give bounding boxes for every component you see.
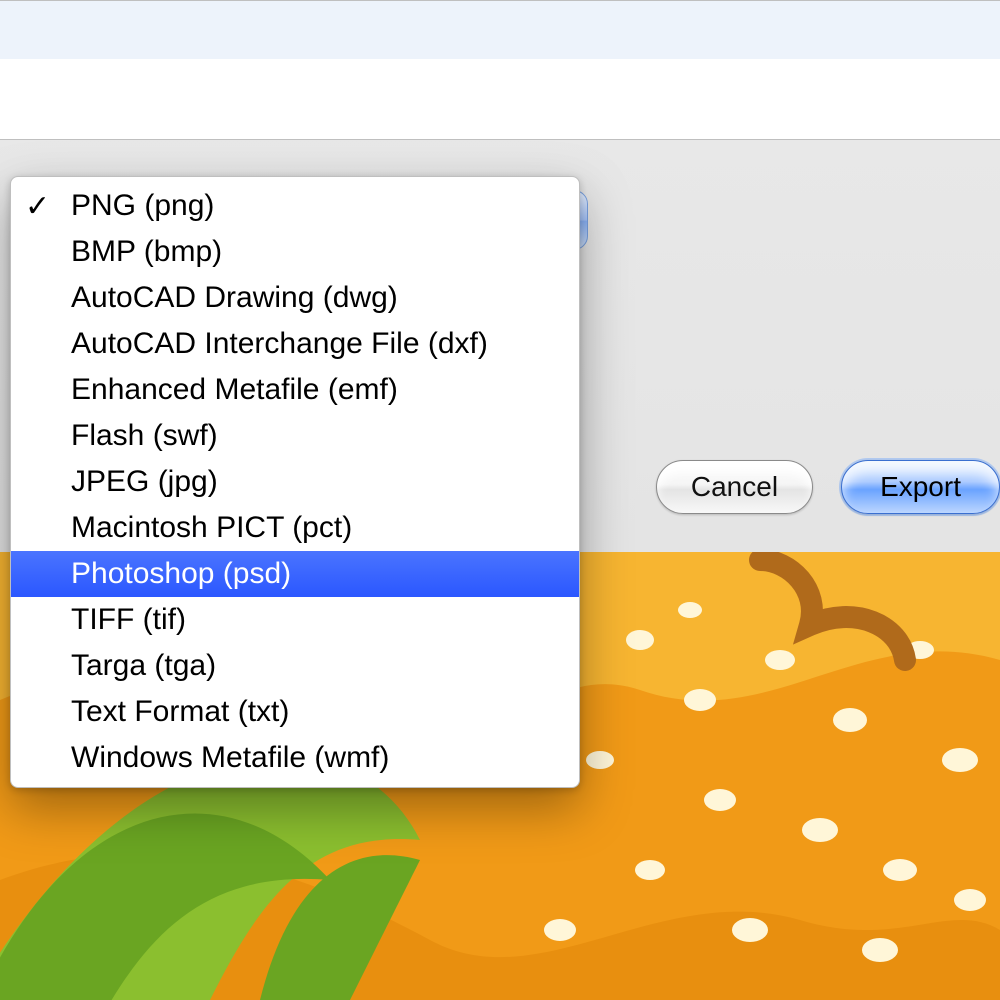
format-menu-item-label: JPEG (jpg) <box>71 465 218 499</box>
format-menu-item-label: Flash (swf) <box>71 419 218 453</box>
file-list-row <box>0 1 1000 59</box>
format-menu-item[interactable]: Windows Metafile (wmf) <box>11 735 579 781</box>
format-menu-item-label: AutoCAD Drawing (dwg) <box>71 281 398 315</box>
export-button[interactable]: Export <box>841 460 1000 514</box>
format-dropdown-menu[interactable]: ✓PNG (png) BMP (bmp) AutoCAD Drawing (dwg)… <box>10 176 580 788</box>
format-menu-item-label: Targa (tga) <box>71 649 216 683</box>
file-list-area <box>0 0 1000 140</box>
format-menu-item-label: Text Format (txt) <box>71 695 289 729</box>
format-menu-item[interactable]: Enhanced Metafile (emf) <box>11 367 579 413</box>
format-menu-item[interactable]: Text Format (txt) <box>11 689 579 735</box>
file-list-row <box>0 59 1000 139</box>
format-menu-item[interactable]: BMP (bmp) <box>11 229 579 275</box>
format-menu-item-label: TIFF (tif) <box>71 603 186 637</box>
format-menu-item-label: Macintosh PICT (pct) <box>71 511 352 545</box>
format-menu-item[interactable]: Flash (swf) <box>11 413 579 459</box>
format-menu-item-label: Enhanced Metafile (emf) <box>71 373 398 407</box>
export-button-label: Export <box>880 471 961 502</box>
format-menu-item-label: AutoCAD Interchange File (dxf) <box>71 327 488 361</box>
cancel-button[interactable]: Cancel <box>656 460 813 514</box>
format-menu-item-label: Photoshop (psd) <box>71 557 291 591</box>
checkmark-icon: ✓ <box>25 189 71 224</box>
format-menu-item[interactable]: Targa (tga) <box>11 643 579 689</box>
format-menu-item-label: BMP (bmp) <box>71 235 222 269</box>
format-menu-item[interactable]: Macintosh PICT (pct) <box>11 505 579 551</box>
format-menu-item[interactable]: AutoCAD Drawing (dwg) <box>11 275 579 321</box>
format-menu-item[interactable]: ✓PNG (png) <box>11 183 579 229</box>
format-menu-item[interactable]: Photoshop (psd) <box>11 551 579 597</box>
format-menu-item[interactable]: TIFF (tif) <box>11 597 579 643</box>
format-menu-item-label: Windows Metafile (wmf) <box>71 741 389 775</box>
format-menu-item[interactable]: JPEG (jpg) <box>11 459 579 505</box>
format-menu-item[interactable]: AutoCAD Interchange File (dxf) <box>11 321 579 367</box>
cancel-button-label: Cancel <box>691 471 778 502</box>
format-menu-item-label: PNG (png) <box>71 189 214 223</box>
